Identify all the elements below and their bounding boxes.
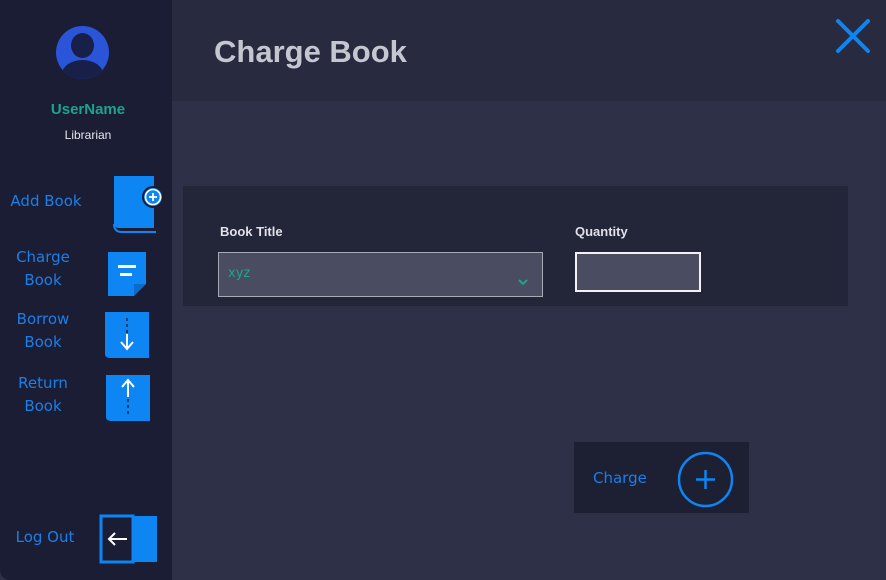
username: UserName — [50, 101, 126, 118]
sidebar-item-label: Book — [24, 397, 62, 415]
charge-button-label: Charge — [593, 469, 647, 487]
plus-circle-icon — [677, 451, 734, 508]
user-avatar-icon — [56, 26, 109, 79]
logout-icon — [99, 514, 159, 564]
charge-button[interactable]: Charge — [574, 442, 749, 513]
quantity-label: Quantity — [575, 224, 628, 239]
book-title-value: xyz — [228, 266, 251, 281]
sidebar-item-label: Book — [24, 271, 62, 289]
sidebar-item-label: Charge — [16, 248, 70, 266]
sidebar-item-label: Return — [18, 374, 68, 392]
book-title-label: Book Title — [220, 224, 283, 239]
user-role: Librarian — [64, 128, 112, 142]
return-book-icon — [104, 373, 152, 423]
sidebar-item-label: Borrow — [16, 310, 70, 328]
add-book-icon — [110, 174, 166, 234]
borrow-book-icon — [103, 310, 151, 360]
logout-label: Log Out — [15, 528, 75, 546]
chevron-down-icon — [517, 271, 529, 286]
page-title: Charge Book — [214, 34, 407, 69]
charge-book-icon — [106, 250, 148, 298]
quantity-field[interactable] — [575, 252, 701, 292]
book-title-select[interactable]: xyz — [218, 252, 543, 297]
close-icon[interactable] — [834, 17, 872, 55]
sidebar-item-label: Book — [24, 333, 62, 351]
sidebar-item-label: Add Book — [10, 192, 82, 210]
